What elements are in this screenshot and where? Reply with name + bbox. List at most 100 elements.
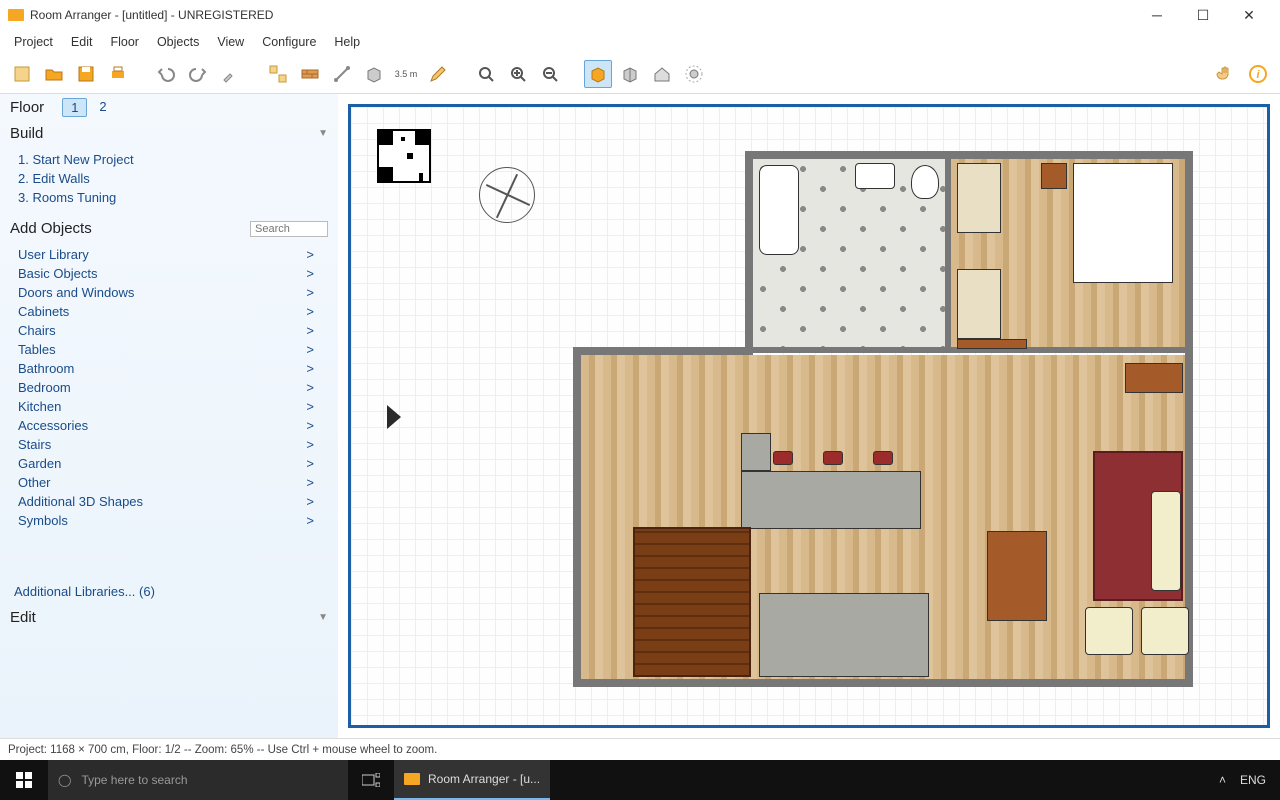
menu-help[interactable]: Help (326, 32, 368, 52)
cortana-icon: ◯ (58, 773, 71, 787)
menu-view[interactable]: View (209, 32, 252, 52)
settings-icon[interactable] (680, 60, 708, 88)
kitchen-counter[interactable] (741, 433, 771, 471)
stool-2[interactable] (823, 451, 843, 465)
additional-libraries-link[interactable]: Additional Libraries... (6) (0, 578, 338, 605)
cat-stairs[interactable]: Stairs> (18, 435, 332, 454)
menubar: Project Edit Floor Objects View Configur… (0, 30, 1280, 54)
floorplan[interactable] (573, 151, 1237, 679)
floor-label: Floor (10, 99, 44, 116)
window-title: Room Arranger - [untitled] - UNREGISTERE… (30, 8, 273, 22)
build-start-new[interactable]: 1. Start New Project (18, 150, 332, 169)
dining-table[interactable] (987, 531, 1047, 621)
nightstand-l[interactable] (1041, 163, 1067, 189)
armchair-2[interactable] (1141, 607, 1189, 655)
view-3d-icon[interactable] (584, 60, 612, 88)
wardrobe-2[interactable] (957, 269, 1001, 339)
cat-accessories[interactable]: Accessories> (18, 416, 332, 435)
svg-text:i: i (1256, 69, 1260, 81)
box3d-icon[interactable] (360, 60, 388, 88)
kitchen-lower[interactable] (759, 593, 929, 677)
menu-objects[interactable]: Objects (149, 32, 207, 52)
group-icon[interactable] (264, 60, 292, 88)
kitchen-island[interactable] (741, 471, 921, 529)
wardrobe-1[interactable] (957, 163, 1001, 233)
search-input[interactable] (250, 221, 328, 237)
taskbar-search[interactable]: ◯ Type here to search (48, 760, 348, 800)
cat-garden[interactable]: Garden> (18, 454, 332, 473)
wall-icon[interactable] (296, 60, 324, 88)
view-iso-icon[interactable] (616, 60, 644, 88)
hand-icon[interactable] (1212, 60, 1240, 88)
cat-tables[interactable]: Tables> (18, 340, 332, 359)
new-icon[interactable] (8, 60, 36, 88)
design-canvas[interactable] (348, 104, 1270, 728)
undo-icon[interactable] (152, 60, 180, 88)
build-edit-walls[interactable]: 2. Edit Walls (18, 169, 332, 188)
connect-icon[interactable] (328, 60, 356, 88)
info-icon[interactable]: i (1244, 60, 1272, 88)
measure-icon[interactable]: 3.5 m (392, 60, 420, 88)
task-view-icon[interactable] (348, 760, 394, 800)
tray-chevron-icon[interactable]: ˄ (1219, 773, 1226, 787)
stool-1[interactable] (773, 451, 793, 465)
cat-other[interactable]: Other> (18, 473, 332, 492)
zoom-out-icon[interactable] (536, 60, 564, 88)
edit-section-header[interactable]: Edit ▼ (0, 605, 338, 630)
categories-list: User Library> Basic Objects> Doors and W… (0, 241, 338, 538)
print-icon[interactable] (104, 60, 132, 88)
zoom-in-icon[interactable] (504, 60, 532, 88)
qr-code (377, 129, 431, 183)
build-section-header[interactable]: Build ▼ (0, 121, 338, 146)
cat-bathroom[interactable]: Bathroom> (18, 359, 332, 378)
add-objects-header: Add Objects (0, 215, 338, 241)
start-button[interactable] (0, 760, 48, 800)
minimize-button[interactable]: ─ (1134, 0, 1180, 30)
cat-kitchen[interactable]: Kitchen> (18, 397, 332, 416)
taskbar-app-room-arranger[interactable]: Room Arranger - [u... (394, 760, 550, 800)
cat-symbols[interactable]: Symbols> (18, 511, 332, 530)
maximize-button[interactable]: ☐ (1180, 0, 1226, 30)
menu-configure[interactable]: Configure (254, 32, 324, 52)
tv-cabinet[interactable] (1125, 363, 1183, 393)
cat-bedroom[interactable]: Bedroom> (18, 378, 332, 397)
add-objects-title: Add Objects (10, 220, 92, 237)
zoom-fit-icon[interactable] (472, 60, 500, 88)
close-button[interactable]: ✕ (1226, 0, 1272, 30)
measure-label: 3.5 m (395, 69, 418, 79)
sofa-right[interactable] (1151, 491, 1181, 591)
app-icon (8, 9, 24, 21)
save-icon[interactable] (72, 60, 100, 88)
pencil-icon[interactable] (424, 60, 452, 88)
cat-user-library[interactable]: User Library> (18, 245, 332, 264)
bed[interactable] (1073, 163, 1173, 283)
desk[interactable] (957, 339, 1027, 349)
armchair-1[interactable] (1085, 607, 1133, 655)
cat-chairs[interactable]: Chairs> (18, 321, 332, 340)
cat-additional-3d[interactable]: Additional 3D Shapes> (18, 492, 332, 511)
toilet[interactable] (911, 165, 939, 199)
stairs[interactable] (633, 527, 751, 677)
menu-project[interactable]: Project (6, 32, 61, 52)
stool-3[interactable] (873, 451, 893, 465)
redo-icon[interactable] (184, 60, 212, 88)
edit-title: Edit (10, 609, 36, 626)
chevron-down-icon: ▼ (318, 128, 328, 139)
home-icon[interactable] (648, 60, 676, 88)
build-rooms-tuning[interactable]: 3. Rooms Tuning (18, 188, 332, 207)
toolbar: 3.5 m i (0, 54, 1280, 94)
cat-doors-windows[interactable]: Doors and Windows> (18, 283, 332, 302)
cat-basic-objects[interactable]: Basic Objects> (18, 264, 332, 283)
sink[interactable] (855, 163, 895, 189)
sidebar: Floor 1 2 Build ▼ 1. Start New Project 2… (0, 94, 338, 738)
canvas-area (338, 94, 1280, 738)
bathtub[interactable] (759, 165, 799, 255)
cat-cabinets[interactable]: Cabinets> (18, 302, 332, 321)
menu-floor[interactable]: Floor (102, 32, 146, 52)
open-icon[interactable] (40, 60, 68, 88)
tray-lang[interactable]: ENG (1240, 773, 1266, 787)
menu-edit[interactable]: Edit (63, 32, 101, 52)
floor-tab-2[interactable]: 2 (91, 98, 114, 117)
floor-tab-1[interactable]: 1 (62, 98, 87, 117)
brush-icon[interactable] (216, 60, 244, 88)
